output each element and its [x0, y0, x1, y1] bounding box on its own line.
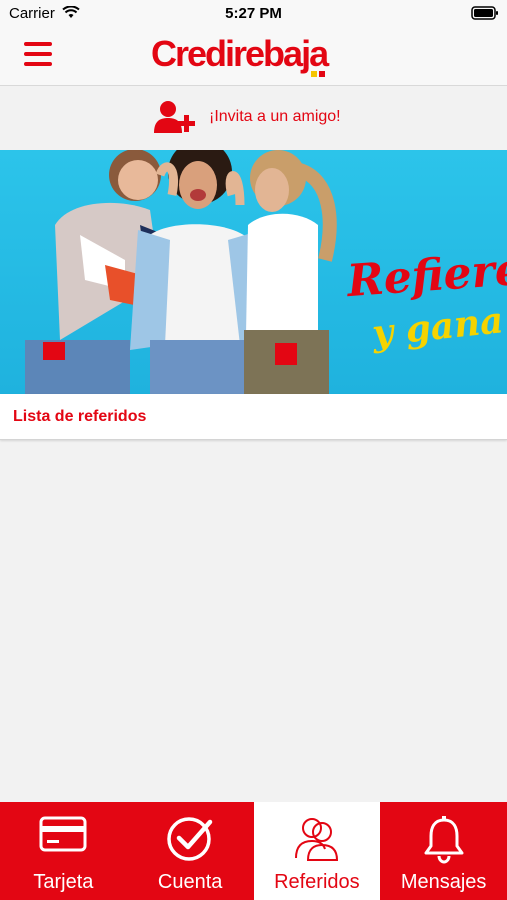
logo-dot-red [319, 71, 325, 77]
tab-referidos[interactable]: Referidos [253, 802, 381, 900]
add-user-icon [154, 101, 195, 133]
app-header: Credirebaja [0, 26, 507, 86]
bell-icon [424, 816, 464, 864]
referrals-list-title: Lista de referidos [13, 408, 147, 425]
logo-dot-yellow [311, 71, 317, 77]
invite-friend-label: ¡Invita a un amigo! [209, 108, 341, 125]
tab-tarjeta[interactable]: Tarjeta [0, 802, 127, 900]
credirebaja-logo: Credirebaja [151, 33, 329, 74]
battery-icon [471, 6, 498, 20]
bottom-tab-bar: Tarjeta Cuenta Referidos Mensajes [0, 802, 507, 900]
tab-cuenta[interactable]: Cuenta [127, 802, 254, 900]
tab-label: Mensajes [400, 871, 487, 893]
check-circle-icon [167, 817, 213, 861]
refer-promo-banner: Refiere y gana [0, 150, 507, 394]
tab-label: Cuenta [157, 871, 223, 893]
clock: 5:27 PM [225, 5, 282, 22]
referrals-list-header[interactable]: Lista de referidos [0, 394, 507, 440]
tab-mensajes[interactable]: Mensajes [380, 802, 507, 900]
hamburger-menu-icon[interactable] [24, 42, 54, 70]
tab-label: Tarjeta [33, 871, 94, 893]
tab-label: Referidos [274, 871, 360, 893]
users-icon [294, 818, 338, 861]
invite-friend-button[interactable]: ¡Invita a un amigo! [0, 87, 507, 149]
status-bar: Carrier 5:27 PM [0, 0, 507, 26]
credit-card-icon [39, 816, 87, 852]
